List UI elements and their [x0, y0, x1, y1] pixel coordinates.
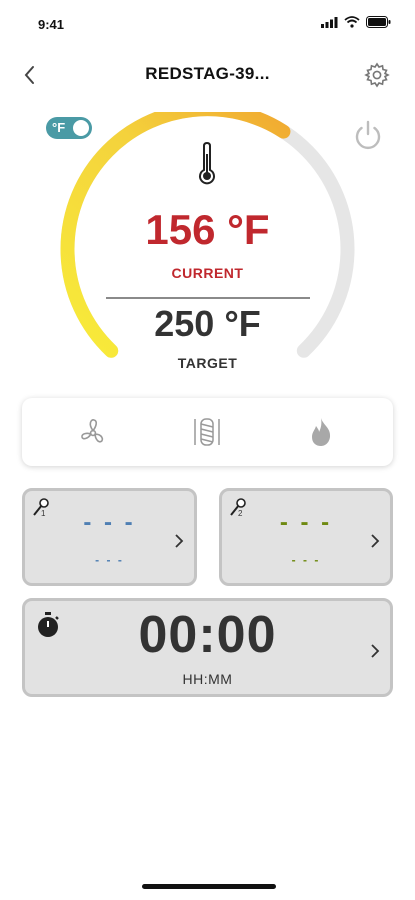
battery-icon: [366, 16, 391, 28]
probe-1-value: - - -: [83, 509, 136, 536]
gear-icon[interactable]: [364, 62, 390, 88]
target-temperature[interactable]: 250 °F: [0, 303, 415, 345]
unit-toggle[interactable]: °F: [46, 117, 92, 139]
wifi-icon: [344, 16, 360, 28]
signal-icon: [321, 16, 338, 28]
target-label: TARGET: [177, 355, 238, 371]
gauge-divider: [106, 297, 310, 299]
page-title: REDSTAG-39...: [145, 64, 270, 83]
auger-icon[interactable]: [192, 416, 222, 448]
chevron-right-icon: [175, 534, 184, 548]
timer-value: 00:00: [138, 606, 277, 664]
toggle-knob: [73, 120, 89, 136]
thermometer-icon: [199, 142, 215, 185]
probe-1-target: - - -: [95, 553, 124, 567]
status-time: 9:41: [38, 17, 65, 32]
timer-unit-label: HH:MM: [182, 671, 233, 687]
status-icons: [321, 16, 391, 28]
mode-bar: [22, 398, 393, 466]
power-icon[interactable]: [352, 118, 384, 152]
probe-2-value: - - -: [279, 509, 333, 536]
unit-toggle-label: °F: [52, 120, 66, 135]
flame-icon[interactable]: [306, 416, 336, 448]
chevron-right-icon: [371, 644, 380, 658]
probe-2-card[interactable]: 2 - - - - - -: [219, 488, 393, 586]
probe-1-card[interactable]: 1 - - - - - -: [22, 488, 197, 586]
probe-2-target: - - -: [291, 553, 321, 567]
home-indicator[interactable]: [142, 884, 276, 889]
timer-card[interactable]: 00:00 HH:MM: [22, 598, 393, 697]
current-label: CURRENT: [171, 265, 244, 281]
fan-icon[interactable]: [78, 416, 108, 448]
chevron-right-icon: [371, 534, 380, 548]
current-temperature: 156 °F: [145, 206, 270, 253]
